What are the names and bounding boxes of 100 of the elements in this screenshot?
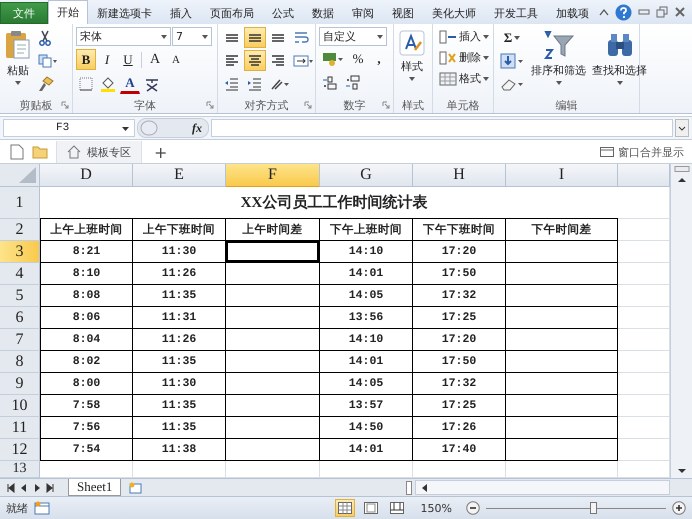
template-tab[interactable]: 模板专区: [56, 141, 142, 163]
row-header[interactable]: 10: [0, 395, 40, 417]
zoom-level[interactable]: 150%: [420, 502, 452, 514]
styles-button[interactable]: 样式: [397, 27, 427, 84]
first-sheet-icon[interactable]: [6, 482, 16, 492]
table-cell[interactable]: [506, 241, 618, 263]
table-cell[interactable]: 8:08: [40, 285, 133, 307]
grow-font-button[interactable]: A: [145, 49, 165, 70]
underline-button[interactable]: U: [118, 49, 138, 70]
table-cell[interactable]: [506, 373, 618, 395]
table-cell[interactable]: [506, 285, 618, 307]
table-cell[interactable]: 11:35: [133, 395, 226, 417]
merge-windows-button[interactable]: 窗口合并显示: [594, 144, 692, 160]
table-cell[interactable]: 14:01: [320, 351, 413, 373]
help-icon[interactable]: [615, 4, 632, 20]
comma-button[interactable]: ,: [369, 48, 389, 69]
table-cell[interactable]: [226, 373, 320, 395]
font-name-field[interactable]: 宋体: [76, 27, 171, 46]
row-header[interactable]: 1: [0, 187, 40, 219]
collapse-ribbon-icon[interactable]: [599, 8, 609, 16]
row-header[interactable]: 5: [0, 285, 40, 307]
table-cell[interactable]: 14:01: [320, 439, 413, 461]
table-cell[interactable]: 7:58: [40, 395, 133, 417]
font-color-button[interactable]: A: [120, 73, 140, 94]
percent-button[interactable]: %: [348, 48, 368, 69]
table-cell[interactable]: 11:26: [133, 263, 226, 285]
row-header[interactable]: 8: [0, 351, 40, 373]
ribbon-tab[interactable]: 页面布局: [201, 2, 263, 24]
ribbon-tab[interactable]: 美化大师: [423, 2, 485, 24]
zoom-slider-thumb[interactable]: [590, 502, 597, 514]
zoom-in-icon[interactable]: [672, 501, 686, 515]
name-box[interactable]: F3: [3, 119, 135, 137]
table-cell[interactable]: 17:40: [413, 439, 506, 461]
paste-button[interactable]: 粘贴: [3, 27, 33, 88]
row-header[interactable]: 7: [0, 329, 40, 351]
table-cell[interactable]: 17:25: [413, 395, 506, 417]
table-cell[interactable]: 13:57: [320, 395, 413, 417]
table-cell[interactable]: 8:02: [40, 351, 133, 373]
table-cell[interactable]: 17:32: [413, 373, 506, 395]
ribbon-tab[interactable]: 审阅: [343, 2, 383, 24]
ribbon-tab[interactable]: 视图: [383, 2, 423, 24]
table-cell[interactable]: 11:35: [133, 351, 226, 373]
zoom-out-icon[interactable]: [466, 501, 480, 515]
horizontal-scrollbar[interactable]: [415, 480, 670, 495]
table-cell[interactable]: [506, 395, 618, 417]
center-align-button[interactable]: [244, 50, 266, 71]
add-tab-button[interactable]: +: [150, 142, 172, 162]
table-cell[interactable]: 14:05: [320, 373, 413, 395]
row-header[interactable]: 11: [0, 417, 40, 439]
ribbon-tab[interactable]: 插入: [161, 2, 201, 24]
dialog-launcher-icon[interactable]: [304, 101, 312, 109]
table-cell[interactable]: [226, 263, 320, 285]
column-header[interactable]: E: [133, 164, 226, 187]
minimize-icon[interactable]: [638, 8, 650, 16]
sort-filter-button[interactable]: 排序和筛选: [529, 27, 588, 88]
italic-button[interactable]: I: [97, 49, 117, 70]
expand-formula-icon[interactable]: [675, 119, 689, 137]
table-cell[interactable]: [226, 439, 320, 461]
shrink-font-button[interactable]: A: [166, 49, 186, 70]
row-header[interactable]: 13: [0, 461, 40, 478]
table-cell[interactable]: [226, 329, 320, 351]
table-cell[interactable]: 11:35: [133, 285, 226, 307]
table-cell[interactable]: 17:26: [413, 417, 506, 439]
autosum-button[interactable]: Σ: [497, 27, 527, 48]
dialog-launcher-icon[interactable]: [382, 101, 390, 109]
ribbon-tab[interactable]: 开发工具: [485, 2, 547, 24]
table-cell[interactable]: 14:10: [320, 241, 413, 263]
table-cell[interactable]: 11:35: [133, 417, 226, 439]
table-cell[interactable]: 14:10: [320, 329, 413, 351]
folder-icon[interactable]: [32, 145, 48, 159]
last-sheet-icon[interactable]: [45, 482, 55, 492]
column-header[interactable]: D: [40, 164, 133, 187]
restore-icon[interactable]: [656, 6, 668, 18]
new-document-icon[interactable]: [10, 144, 24, 160]
table-cell[interactable]: 17:32: [413, 285, 506, 307]
insert-cells-button[interactable]: 插入: [436, 27, 492, 46]
table-cell[interactable]: 8:21: [40, 241, 133, 263]
table-cell[interactable]: [226, 307, 320, 329]
table-cell[interactable]: 17:25: [413, 307, 506, 329]
column-header[interactable]: H: [413, 164, 506, 187]
ribbon-tab[interactable]: 加载项: [547, 2, 598, 24]
dialog-launcher-icon[interactable]: [206, 101, 214, 109]
table-cell[interactable]: [506, 439, 618, 461]
table-cell[interactable]: 8:10: [40, 263, 133, 285]
delete-cells-button[interactable]: 删除: [436, 48, 492, 67]
column-header[interactable]: G: [320, 164, 413, 187]
normal-view-button[interactable]: [334, 499, 355, 517]
formula-field[interactable]: [211, 119, 673, 137]
ribbon-tab[interactable]: 公式: [263, 2, 303, 24]
close-icon[interactable]: [674, 6, 686, 18]
column-header[interactable]: I: [506, 164, 618, 187]
ribbon-tab[interactable]: 数据: [303, 2, 343, 24]
table-cell[interactable]: 7:56: [40, 417, 133, 439]
number-format-field[interactable]: 自定义: [319, 27, 387, 46]
row-header[interactable]: 9: [0, 373, 40, 395]
table-cell[interactable]: [506, 329, 618, 351]
sheet-tab[interactable]: Sheet1: [68, 479, 122, 496]
next-sheet-icon[interactable]: [32, 482, 42, 492]
row-header[interactable]: 6: [0, 307, 40, 329]
table-cell[interactable]: 11:38: [133, 439, 226, 461]
